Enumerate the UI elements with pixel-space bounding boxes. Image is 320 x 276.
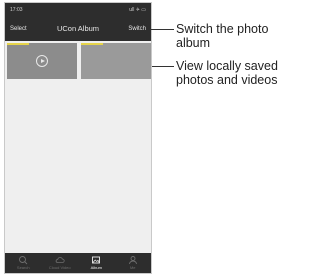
search-icon bbox=[19, 256, 28, 265]
thumbnail-highlight bbox=[81, 43, 103, 45]
cloud-icon bbox=[55, 257, 65, 263]
callout-view: View locally saved photos and videos bbox=[176, 59, 278, 87]
callout-switch-line-1: Switch the photo bbox=[176, 22, 269, 36]
switch-album-button[interactable]: Switch bbox=[128, 17, 146, 41]
video-thumbnail[interactable] bbox=[7, 43, 77, 79]
tab-label: Me bbox=[129, 265, 136, 270]
callout-line-view bbox=[152, 66, 174, 67]
thumbnail-highlight bbox=[7, 43, 29, 45]
callout-view-line-2: photos and videos bbox=[176, 73, 278, 87]
tab-bar: Search Cloud Video Album Me bbox=[5, 253, 151, 273]
photo-thumbnail[interactable] bbox=[81, 43, 151, 79]
callout-switch: Switch the photo album bbox=[176, 22, 268, 50]
status-bar: 17:03 ull ✈ ▭ bbox=[5, 3, 151, 17]
person-icon bbox=[128, 256, 137, 265]
callout-switch-line-2: album bbox=[176, 36, 211, 50]
tab-album[interactable]: Album bbox=[78, 253, 115, 273]
tab-cloud-video[interactable]: Cloud Video bbox=[42, 253, 79, 273]
album-icon bbox=[92, 256, 101, 264]
status-time: 17:03 bbox=[10, 7, 23, 13]
tab-search[interactable]: Search bbox=[5, 253, 42, 273]
status-icons: ull ✈ ▭ bbox=[129, 7, 146, 13]
tab-me[interactable]: Me bbox=[115, 253, 152, 273]
phone-screen: 17:03 ull ✈ ▭ Select UCon Album Switch S… bbox=[4, 2, 152, 274]
tab-label: Cloud Video bbox=[48, 265, 71, 270]
callout-line-switch bbox=[150, 29, 174, 30]
tab-label: Search bbox=[16, 265, 30, 270]
callout-view-line-1: View locally saved bbox=[176, 59, 278, 73]
play-icon bbox=[36, 55, 48, 67]
app-header: Select UCon Album Switch bbox=[5, 17, 151, 41]
tab-label: Album bbox=[90, 265, 102, 270]
